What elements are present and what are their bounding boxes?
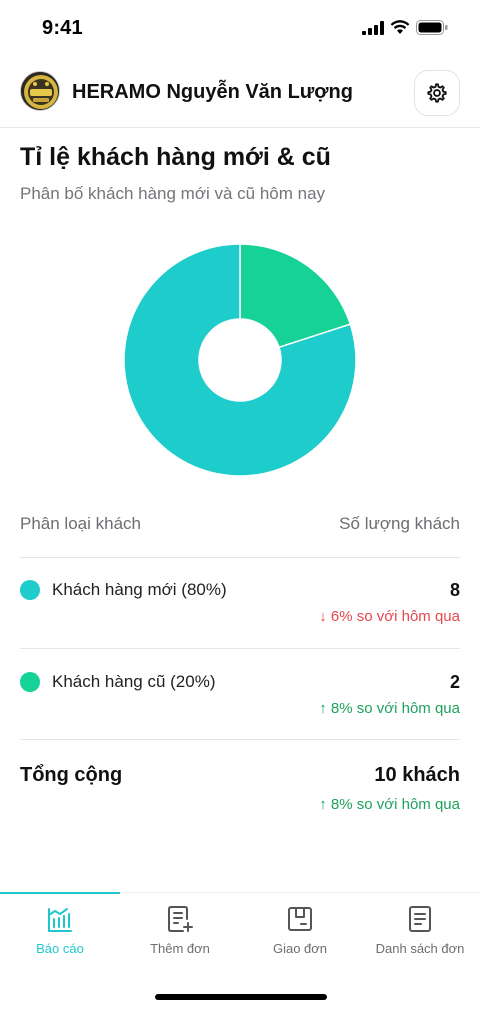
row-label-wrap: Khách hàng cũ (20%)	[20, 672, 216, 692]
gear-icon	[427, 83, 447, 103]
divider	[20, 557, 460, 558]
customer-row-new: Khách hàng mới (80%) 8 ↓ 6% so với hôm q…	[20, 580, 460, 630]
store-logo-avatar[interactable]	[20, 71, 60, 111]
status-time: 9:41	[42, 17, 83, 39]
nav-tab-report[interactable]: Báo cáo	[0, 893, 120, 973]
settings-button[interactable]	[414, 70, 460, 116]
row-label-wrap: Khách hàng mới (80%)	[20, 580, 227, 600]
total-label: Tổng cộng	[20, 764, 123, 786]
report-chart-icon	[48, 908, 72, 932]
cellular-signal-icon	[362, 20, 384, 35]
customer-row-returning: Khách hàng cũ (20%) 2 ↑ 8% so với hôm qu…	[20, 672, 460, 722]
nav-label: Báo cáo	[36, 941, 84, 956]
row-change-up: ↑ 8% so với hôm qua	[319, 700, 460, 717]
divider	[20, 739, 460, 740]
add-order-icon	[168, 906, 193, 932]
table-header: Phân loại khách Số lượng khách	[20, 514, 460, 544]
store-name: HERAMO Nguyễn Văn Lượng	[72, 81, 353, 103]
legend-dot-new	[20, 580, 40, 600]
row-label: Khách hàng cũ (20%)	[52, 672, 216, 691]
donut-svg	[123, 243, 357, 477]
home-indicator	[155, 994, 327, 1000]
column-category-header: Phân loại khách	[20, 514, 141, 533]
divider	[20, 648, 460, 649]
status-icons	[362, 20, 448, 35]
battery-icon	[416, 20, 448, 35]
customer-donut-chart	[123, 243, 357, 477]
app-header: HERAMO Nguyễn Văn Lượng	[0, 66, 480, 128]
order-list-icon	[409, 906, 431, 932]
row-count: 2	[449, 672, 460, 692]
legend-dot-returning	[20, 672, 40, 692]
nav-label: Giao đơn	[272, 941, 328, 956]
nav-tab-add-order[interactable]: Thêm đơn	[120, 893, 240, 973]
page-title: Tỉ lệ khách hàng mới & cũ	[20, 143, 331, 171]
nav-label: Thêm đơn	[150, 941, 210, 956]
delivery-box-icon	[288, 907, 312, 931]
nav-label: Danh sách đơn	[375, 941, 465, 956]
nav-tab-order-list[interactable]: Danh sách đơn	[360, 893, 480, 973]
column-count-header: Số lượng khách	[339, 514, 460, 533]
total-count: 10 khách	[374, 764, 460, 786]
nav-tab-delivery[interactable]: Giao đơn	[240, 893, 360, 973]
avatar-image-icon	[21, 72, 59, 110]
wifi-icon	[390, 20, 410, 34]
status-bar: 9:41	[0, 0, 480, 58]
page-subtitle: Phân bố khách hàng mới và cũ hôm nay	[20, 184, 326, 203]
row-count: 8	[449, 580, 460, 600]
total-change: ↑ 8% so với hôm qua	[319, 796, 460, 813]
row-change-down: ↓ 6% so với hôm qua	[319, 608, 460, 625]
row-label: Khách hàng mới (80%)	[52, 580, 227, 599]
